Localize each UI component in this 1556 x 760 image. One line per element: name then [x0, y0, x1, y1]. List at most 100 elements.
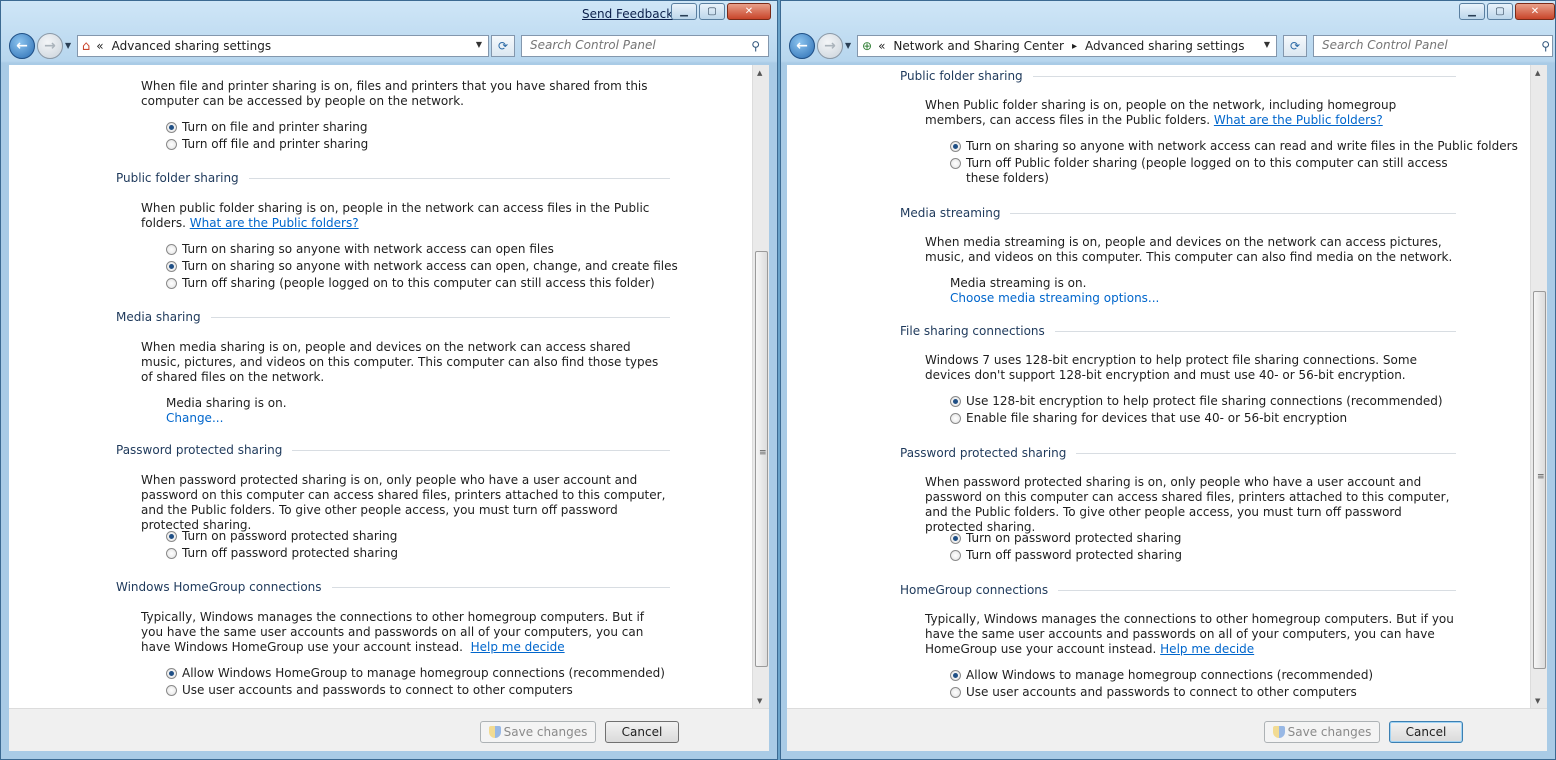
search-input[interactable] [1322, 36, 1522, 54]
radio-password-on[interactable]: Turn on password protected sharing [950, 531, 1181, 546]
search-box[interactable]: ⚲ [521, 35, 769, 57]
navigation-bar: ← → ▼ ⌂ « Advanced sharing settings ▼ ⟳ … [7, 31, 771, 61]
refresh-button[interactable]: ⟳ [1283, 35, 1307, 57]
public-folder-description: When public folder sharing is on, people… [141, 201, 650, 230]
radio-selected[interactable] [166, 261, 177, 272]
radio-128bit[interactable]: Use 128-bit encryption to help protect f… [950, 394, 1443, 409]
maximize-button[interactable]: ▢ [1487, 3, 1513, 20]
radio-public-open-files[interactable]: Turn on sharing so anyone with network a… [166, 242, 554, 257]
radio-selected[interactable] [950, 533, 961, 544]
radio-selected[interactable] [166, 668, 177, 679]
radio-homegroup-allow[interactable]: Allow Windows to manage homegroup connec… [950, 668, 1373, 683]
media-streaming-options-link[interactable]: Choose media streaming options... [950, 291, 1159, 305]
window-controls: ▁ ▢ ✕ [1459, 3, 1555, 23]
section-header-password: Password protected sharing [116, 443, 670, 457]
forward-button[interactable]: → [37, 33, 63, 59]
radio-unselected[interactable] [166, 139, 177, 150]
scroll-up-arrow-icon[interactable]: ▲ [757, 69, 762, 77]
radio-password-off[interactable]: Turn off password protected sharing [166, 546, 398, 561]
vertical-scrollbar[interactable]: ▲ ≡ ▼ [752, 65, 769, 709]
address-bar[interactable]: ⌂ « Advanced sharing settings ▼ [77, 35, 489, 57]
scrollbar-thumb[interactable]: ≡ [1533, 291, 1546, 669]
button-bar: Save changes Cancel [787, 708, 1547, 751]
radio-homegroup-allow[interactable]: Allow Windows HomeGroup to manage homegr… [166, 666, 665, 681]
radio-unselected[interactable] [950, 687, 961, 698]
help-me-decide-link[interactable]: Help me decide [471, 640, 565, 654]
radio-public-open-change-create[interactable]: Turn on sharing so anyone with network a… [166, 259, 678, 274]
radio-selected[interactable] [950, 670, 961, 681]
close-button[interactable]: ✕ [727, 3, 771, 20]
radio-homegroup-user-accounts[interactable]: Use user accounts and passwords to conne… [950, 685, 1357, 700]
radio-homegroup-user-accounts[interactable]: Use user accounts and passwords to conne… [166, 683, 573, 698]
radio-unselected[interactable] [166, 548, 177, 559]
minimize-button[interactable]: ▁ [1459, 3, 1485, 20]
save-changes-button[interactable]: Save changes [480, 721, 596, 743]
back-arrow-icon: ← [796, 38, 808, 54]
media-change-link[interactable]: Change... [166, 411, 223, 425]
uac-shield-icon [1272, 726, 1285, 738]
magnifier-icon[interactable]: ⚲ [1541, 39, 1550, 53]
radio-selected[interactable] [166, 531, 177, 542]
breadcrumb-advanced-sharing[interactable]: Advanced sharing settings [1085, 39, 1244, 53]
forward-button[interactable]: → [817, 33, 843, 59]
radio-turn-off-file-printer[interactable]: Turn off file and printer sharing [166, 137, 368, 152]
search-input[interactable] [530, 36, 730, 54]
minimize-button[interactable]: ▁ [671, 3, 697, 20]
network-icon: ⊕ [862, 39, 873, 53]
address-bar[interactable]: ⊕ « Network and Sharing Center ▸ Advance… [857, 35, 1277, 57]
cancel-button[interactable]: Cancel [605, 721, 679, 743]
media-sharing-description: When media sharing is on, people and dev… [141, 340, 659, 384]
search-box[interactable]: ⚲ [1313, 35, 1553, 57]
public-folder-description: When Public folder sharing is on, people… [925, 98, 1397, 127]
what-are-public-folders-link[interactable]: What are the Public folders? [190, 216, 359, 230]
radio-unselected[interactable] [166, 685, 177, 696]
recent-pages-dropdown[interactable]: ▼ [845, 41, 851, 50]
scroll-down-arrow-icon[interactable]: ▼ [757, 697, 762, 705]
radio-turn-on-file-printer[interactable]: Turn on file and printer sharing [166, 120, 368, 135]
cancel-button[interactable]: Cancel [1389, 721, 1463, 743]
back-button[interactable]: ← [789, 33, 815, 59]
radio-unselected[interactable] [950, 158, 961, 169]
section-header-public-folder: Public folder sharing [900, 69, 1456, 83]
send-feedback-link[interactable]: Send Feedback [582, 7, 673, 21]
button-bar: Save changes Cancel [9, 708, 769, 751]
maximize-button[interactable]: ▢ [699, 3, 725, 20]
radio-unselected[interactable] [950, 413, 961, 424]
save-changes-button[interactable]: Save changes [1264, 721, 1380, 743]
refresh-button[interactable]: ⟳ [491, 35, 515, 57]
settings-content: Public folder sharing When Public folder… [787, 65, 1547, 709]
close-button[interactable]: ✕ [1515, 3, 1555, 20]
back-button[interactable]: ← [9, 33, 35, 59]
radio-unselected[interactable] [166, 278, 177, 289]
breadcrumb-separator-icon[interactable]: ▸ [1072, 41, 1077, 52]
radio-public-off[interactable]: Turn off Public folder sharing (people l… [950, 156, 1455, 186]
vertical-scrollbar[interactable]: ▲ ≡ ▼ [1530, 65, 1547, 709]
what-are-public-folders-link[interactable]: What are the Public folders? [1214, 113, 1383, 127]
section-header-media-sharing: Media sharing [116, 310, 670, 324]
address-dropdown-icon[interactable]: ▼ [1264, 40, 1270, 49]
scroll-down-arrow-icon[interactable]: ▼ [1535, 697, 1540, 705]
radio-public-turn-off[interactable]: Turn off sharing (people logged on to th… [166, 276, 655, 291]
radio-40-56bit[interactable]: Enable file sharing for devices that use… [950, 411, 1347, 426]
radio-password-off[interactable]: Turn off password protected sharing [950, 548, 1182, 563]
scrollbar-thumb[interactable]: ≡ [755, 251, 768, 667]
breadcrumb-overflow[interactable]: « [878, 39, 885, 53]
breadcrumb-overflow[interactable]: « [96, 39, 103, 53]
radio-selected[interactable] [950, 141, 961, 152]
radio-selected[interactable] [950, 396, 961, 407]
radio-unselected[interactable] [950, 550, 961, 561]
magnifier-icon[interactable]: ⚲ [751, 39, 760, 53]
radio-unselected[interactable] [166, 244, 177, 255]
help-me-decide-link[interactable]: Help me decide [1160, 642, 1254, 656]
breadcrumb-network-sharing-center[interactable]: Network and Sharing Center [893, 39, 1064, 53]
radio-password-on[interactable]: Turn on password protected sharing [166, 529, 397, 544]
breadcrumb-advanced-sharing[interactable]: Advanced sharing settings [112, 39, 271, 53]
grip-icon: ≡ [1537, 472, 1545, 482]
address-dropdown-icon[interactable]: ▼ [476, 40, 482, 49]
radio-selected[interactable] [166, 122, 177, 133]
scroll-up-arrow-icon[interactable]: ▲ [1535, 69, 1540, 77]
section-header-homegroup: HomeGroup connections [900, 583, 1456, 597]
recent-pages-dropdown[interactable]: ▼ [65, 41, 71, 50]
radio-public-on[interactable]: Turn on sharing so anyone with network a… [950, 139, 1518, 154]
grip-icon: ≡ [759, 448, 767, 458]
